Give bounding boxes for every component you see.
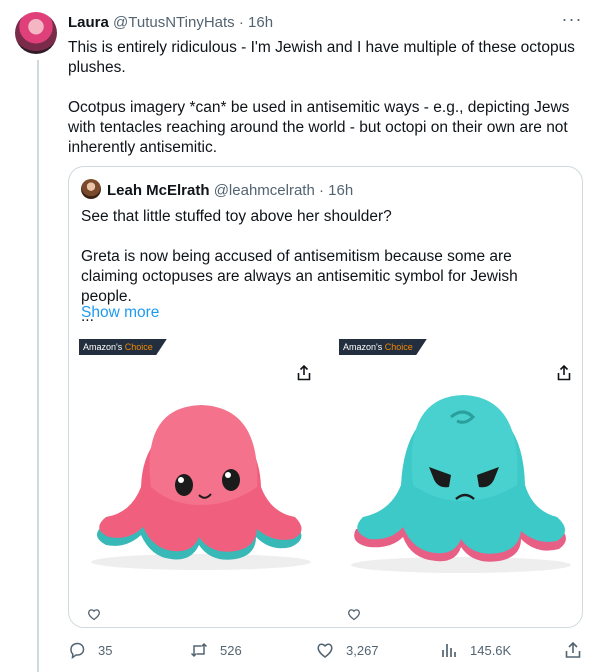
author-name[interactable]: Laura bbox=[68, 14, 109, 31]
author-handle[interactable]: @TutusNTinyHats bbox=[113, 14, 235, 31]
amazons-choice-badge: Amazon's Choice bbox=[79, 339, 167, 355]
tweet-paragraph: Ocotpus imagery *can* be used in antisem… bbox=[68, 99, 570, 156]
retweet-icon bbox=[190, 642, 208, 658]
tweet-text: This is entirely ridiculous - I'm Jewish… bbox=[68, 38, 583, 158]
quoted-tweet[interactable]: Leah McElrath @leahmcelrath · 16h See th… bbox=[68, 166, 583, 628]
heart-icon[interactable] bbox=[347, 607, 361, 621]
heart-icon[interactable] bbox=[87, 607, 101, 621]
tweet-paragraph: This is entirely ridiculous - I'm Jewish… bbox=[68, 39, 575, 76]
quote-author-name: Leah McElrath bbox=[107, 182, 210, 199]
tweet-header: Laura @TutusNTinyHats · 16h bbox=[68, 12, 583, 34]
reply-button[interactable]: 35 bbox=[68, 638, 112, 662]
teal-octopus-plush bbox=[351, 395, 571, 573]
avatar[interactable] bbox=[15, 12, 57, 54]
show-more-link[interactable]: Show more bbox=[81, 304, 159, 322]
amazons-choice-badge: Amazon's Choice bbox=[339, 339, 427, 355]
quote-line: Greta is now being accused of antisemiti… bbox=[81, 248, 518, 305]
separator: · bbox=[238, 14, 244, 31]
pink-octopus-plush bbox=[91, 405, 311, 570]
media-image-pink-octopus[interactable]: Amazon's Choice bbox=[71, 337, 321, 627]
quote-avatar bbox=[81, 179, 101, 199]
quote-author-handle: @leahmcelrath bbox=[213, 182, 315, 199]
media-image-teal-octopus[interactable]: Amazon's Choice bbox=[331, 337, 581, 627]
share-tweet-button[interactable] bbox=[564, 638, 594, 662]
reply-icon bbox=[70, 642, 85, 659]
more-icon[interactable]: ··· bbox=[560, 10, 584, 34]
timestamp[interactable]: 16h bbox=[248, 14, 273, 31]
quote-header: Leah McElrath @leahmcelrath · 16h bbox=[81, 179, 353, 201]
retweet-button[interactable]: 526 bbox=[190, 638, 242, 662]
share-tweet-icon bbox=[565, 641, 581, 658]
views-count: 145.6K bbox=[470, 642, 512, 658]
quote-timestamp: 16h bbox=[328, 182, 354, 199]
quote-line: See that little stuffed toy above her sh… bbox=[81, 208, 392, 225]
thread-line bbox=[37, 60, 39, 672]
like-count: 3,267 bbox=[346, 642, 379, 658]
views-icon bbox=[442, 644, 456, 657]
reply-count: 35 bbox=[98, 642, 113, 658]
retweet-count: 526 bbox=[220, 642, 242, 658]
like-button[interactable]: 3,267 bbox=[316, 638, 379, 662]
views-button[interactable]: 145.6K bbox=[440, 638, 511, 662]
like-icon bbox=[317, 643, 333, 658]
separator: · bbox=[318, 182, 324, 199]
tweet-actions: 35 526 3,267 145.6K bbox=[68, 638, 583, 662]
